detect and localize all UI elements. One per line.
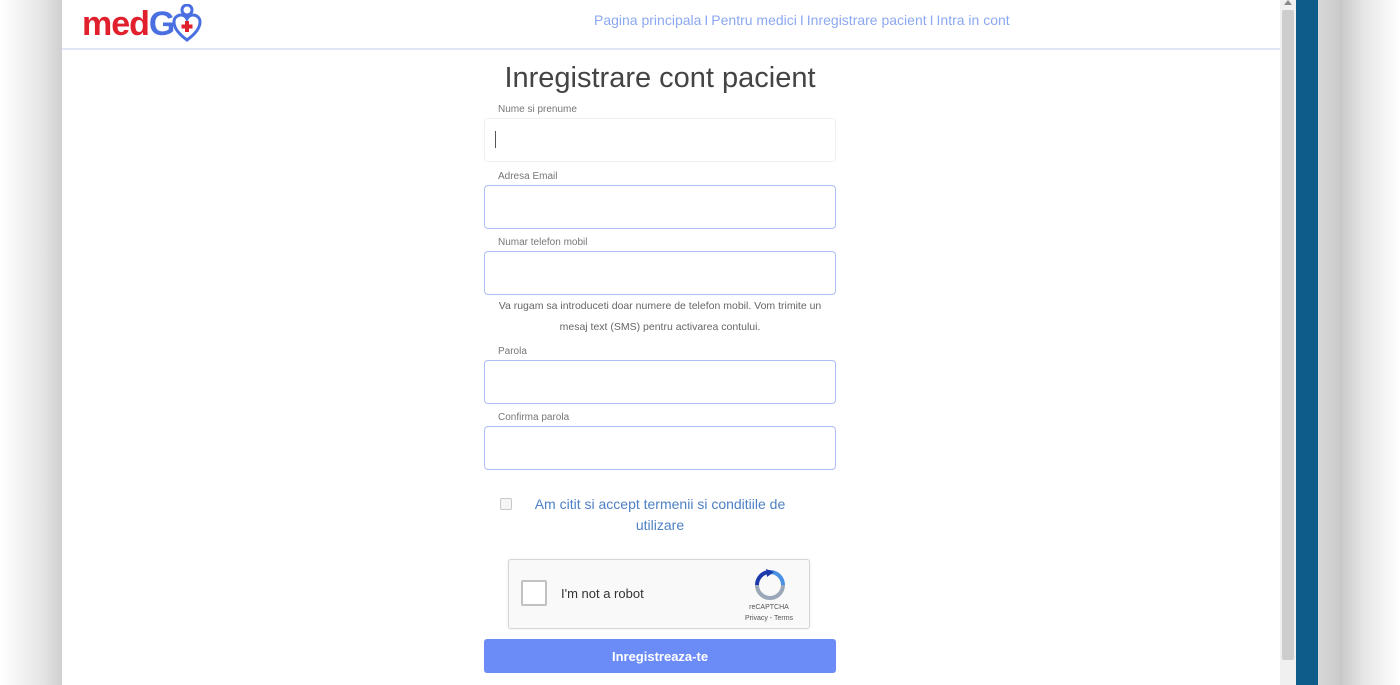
nav-link-doctors[interactable]: Pentru medici bbox=[711, 12, 797, 28]
recaptcha-brand: reCAPTCHA bbox=[749, 604, 789, 611]
scrollbar-thumb[interactable] bbox=[1282, 10, 1294, 660]
site-header: med G Pagina principala I Pentru medici I In… bbox=[62, 0, 1280, 50]
password-input[interactable] bbox=[484, 360, 836, 404]
background-right bbox=[1340, 0, 1400, 685]
recaptcha-label: I'm not a robot bbox=[561, 586, 644, 601]
scroll-up-arrow-icon[interactable] bbox=[1284, 0, 1292, 5]
logo-text-g: G bbox=[148, 4, 175, 43]
nav-separator: I bbox=[929, 12, 934, 28]
background-right-gap bbox=[1318, 0, 1340, 685]
phone-input[interactable] bbox=[484, 251, 836, 295]
heart-cross-icon bbox=[172, 3, 202, 44]
browser-page: med G Pagina principala I Pentru medici I In… bbox=[62, 0, 1296, 685]
recaptcha-privacy-terms[interactable]: Privacy - Terms bbox=[735, 615, 803, 622]
confirm-password-label: Confirma parola bbox=[498, 412, 570, 423]
email-label: Adresa Email bbox=[498, 171, 558, 182]
full-name-input[interactable] bbox=[484, 118, 836, 162]
recaptcha-checkbox[interactable] bbox=[521, 580, 547, 606]
nav-link-login[interactable]: Intra in cont bbox=[937, 12, 1010, 28]
background-blue-strip bbox=[1296, 0, 1318, 685]
confirm-password-input[interactable] bbox=[484, 426, 836, 470]
background-left bbox=[0, 0, 62, 685]
phone-helper-text: Va rugam sa introduceti doar numere de t… bbox=[498, 300, 822, 333]
nav-link-home[interactable]: Pagina principala bbox=[594, 12, 701, 28]
medgo-logo[interactable]: med G bbox=[82, 3, 202, 44]
logo-text-med: med bbox=[82, 4, 150, 43]
email-input[interactable] bbox=[484, 185, 836, 229]
terms-checkbox[interactable] bbox=[500, 498, 512, 510]
terms-link[interactable]: Am citit si accept termenii si conditiil… bbox=[524, 494, 796, 536]
nav-separator: I bbox=[799, 12, 804, 28]
register-button[interactable]: Inregistreaza-te bbox=[484, 639, 836, 673]
top-navigation: Pagina principala I Pentru medici I Inregist… bbox=[594, 12, 1010, 28]
nav-link-patient-registration[interactable]: Inregistrare pacient bbox=[807, 12, 927, 28]
nav-separator: I bbox=[704, 12, 709, 28]
phone-label: Numar telefon mobil bbox=[498, 237, 588, 248]
page-title: Inregistrare cont pacient bbox=[504, 62, 816, 94]
recaptcha-widget: I'm not a robot reCAPTCHA Privacy - Term… bbox=[508, 559, 810, 629]
password-label: Parola bbox=[498, 346, 527, 357]
text-caret bbox=[495, 131, 496, 148]
full-name-label: Nume si prenume bbox=[498, 104, 577, 115]
recaptcha-icon bbox=[755, 569, 785, 600]
